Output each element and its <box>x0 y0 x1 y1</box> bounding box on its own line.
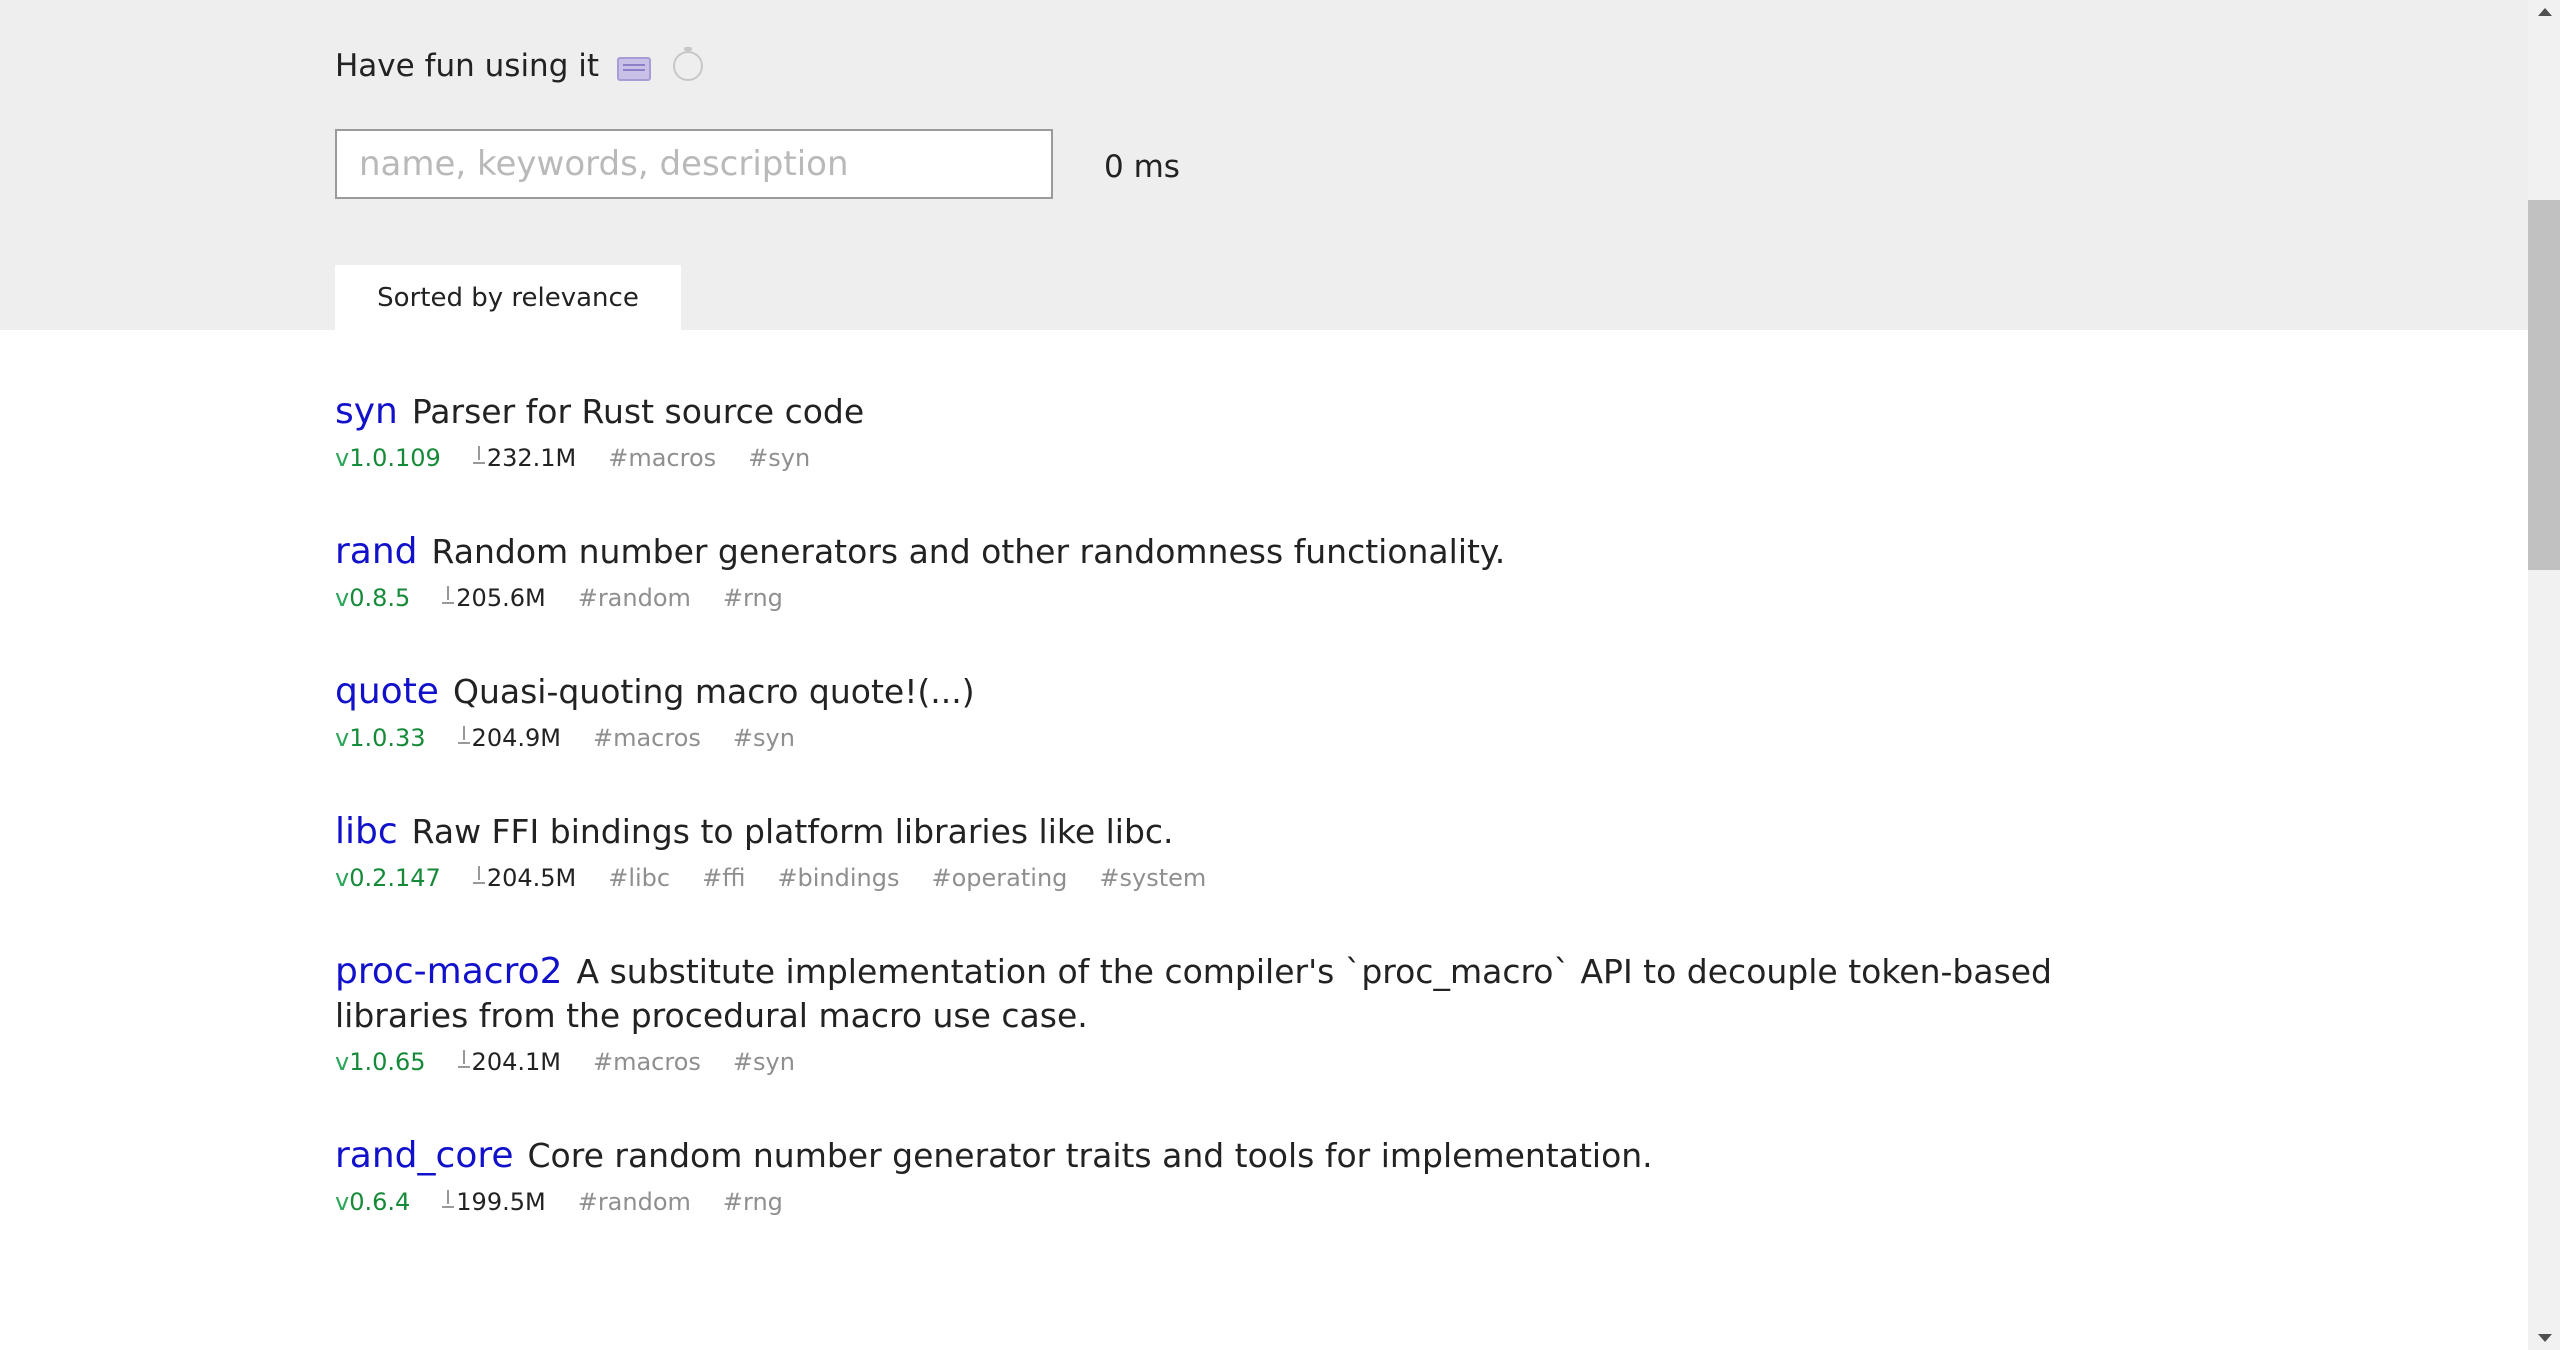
crate-meta: v0.6.4 199.5M #random #rng <box>335 1188 2155 1216</box>
crate-description: Parser for Rust source code <box>411 392 865 431</box>
result-item: proc-macro2 A substitute implementation o… <box>335 950 2155 1076</box>
sort-label: Sorted by relevance <box>377 282 639 313</box>
crate-description: A substitute implementation of the compi… <box>335 952 2053 1035</box>
result-item: rand Random number generators and other r… <box>335 530 2155 612</box>
result-item: libc Raw FFI bindings to platform librari… <box>335 810 2155 892</box>
version-prefix: v <box>335 864 350 892</box>
search-header: Have fun using it 0 ms Sorted by relevan… <box>0 0 2528 330</box>
crate-name-link[interactable]: libc <box>335 811 398 852</box>
crate-downloads: 204.1M <box>457 1048 561 1076</box>
scrollbar[interactable] <box>2528 0 2560 1350</box>
crate-version: v1.0.33 <box>335 724 426 752</box>
results-list: syn Parser for Rust source code v1.0.109 23… <box>335 390 2155 1274</box>
crate-meta: v1.0.109 232.1M #macros #syn <box>335 444 2155 472</box>
keyword-tag[interactable]: #macros <box>593 1048 701 1076</box>
download-count: 204.9M <box>471 724 561 752</box>
tagline: Have fun using it <box>335 47 703 84</box>
crate-meta: v1.0.65 204.1M #macros #syn <box>335 1048 2155 1076</box>
search-timing: 0 ms <box>1104 149 1180 185</box>
result-title-line: rand Random number generators and other r… <box>335 530 2155 574</box>
crate-name-link[interactable]: proc-macro2 <box>335 951 563 992</box>
download-count: 199.5M <box>456 1188 546 1216</box>
keyword-tag[interactable]: #macros <box>608 444 716 472</box>
keyword-tag[interactable]: #macros <box>593 724 701 752</box>
crate-description: Raw FFI bindings to platform libraries l… <box>411 812 1174 851</box>
crate-version: v1.0.109 <box>335 444 441 472</box>
keyword-tag[interactable]: #random <box>578 1188 691 1216</box>
version-prefix: v <box>335 444 350 472</box>
result-item: quote Quasi-quoting macro quote!(...) v1.0… <box>335 670 2155 752</box>
crate-meta: v1.0.33 204.9M #macros #syn <box>335 724 2155 752</box>
download-icon <box>472 446 485 466</box>
keyword-tag[interactable]: #operating <box>932 864 1068 892</box>
page: Have fun using it 0 ms Sorted by relevan… <box>0 0 2560 1350</box>
download-icon <box>457 1050 470 1070</box>
download-icon <box>457 726 470 746</box>
result-title-line: proc-macro2 A substitute implementation o… <box>335 950 2155 1038</box>
crate-description: Quasi-quoting macro quote!(...) <box>452 672 975 711</box>
result-title-line: rand_core Core random number generator tr… <box>335 1134 2155 1178</box>
keyword-tag[interactable]: #syn <box>748 444 810 472</box>
scroll-up-arrow-icon[interactable] <box>2538 8 2552 16</box>
version-prefix: v <box>335 584 350 612</box>
crate-name-link[interactable]: syn <box>335 391 398 432</box>
keyword-tag[interactable]: #syn <box>733 724 795 752</box>
tagline-text: Have fun using it <box>335 48 599 84</box>
keyword-tag[interactable]: #rng <box>723 584 783 612</box>
crate-version: v0.8.5 <box>335 584 410 612</box>
result-title-line: libc Raw FFI bindings to platform librari… <box>335 810 2155 854</box>
keyword-tag[interactable]: #ffi <box>702 864 745 892</box>
download-icon <box>442 586 455 606</box>
crate-meta: v0.8.5 205.6M #random #rng <box>335 584 2155 612</box>
timer-icon <box>673 47 703 81</box>
keyword-tag[interactable]: #bindings <box>777 864 899 892</box>
version-number: 1.0.33 <box>349 724 426 752</box>
crate-name-link[interactable]: rand <box>335 531 418 572</box>
version-prefix: v <box>335 724 350 752</box>
version-number: 1.0.109 <box>349 444 441 472</box>
version-prefix: v <box>335 1188 350 1216</box>
version-number: 0.2.147 <box>349 864 441 892</box>
scroll-thumb[interactable] <box>2528 200 2560 570</box>
crate-version: v0.6.4 <box>335 1188 410 1216</box>
version-number: 1.0.65 <box>349 1048 426 1076</box>
download-count: 204.5M <box>486 864 577 892</box>
keyboard-icon <box>617 57 651 81</box>
scroll-down-arrow-icon[interactable] <box>2538 1334 2552 1342</box>
download-count: 205.6M <box>456 584 546 612</box>
keyword-tag[interactable]: #system <box>1099 864 1206 892</box>
download-count: 204.1M <box>471 1048 561 1076</box>
download-count: 232.1M <box>486 444 577 472</box>
crate-version: v0.2.147 <box>335 864 441 892</box>
version-number: 0.8.5 <box>349 584 411 612</box>
crate-downloads: 204.9M <box>457 724 561 752</box>
crate-description: Random number generators and other rando… <box>431 532 1506 571</box>
crate-downloads: 205.6M <box>442 584 546 612</box>
crate-meta: v0.2.147 204.5M #libc #ffi #bindings #operati… <box>335 864 2155 892</box>
result-title-line: quote Quasi-quoting macro quote!(...) <box>335 670 2155 714</box>
crate-downloads: 232.1M <box>472 444 577 472</box>
sort-tab[interactable]: Sorted by relevance <box>335 265 681 330</box>
keyword-tag[interactable]: #rng <box>723 1188 783 1216</box>
download-icon <box>472 866 485 886</box>
crate-version: v1.0.65 <box>335 1048 426 1076</box>
keyword-tag[interactable]: #random <box>578 584 691 612</box>
keyword-tag[interactable]: #syn <box>733 1048 795 1076</box>
crate-downloads: 204.5M <box>472 864 577 892</box>
crate-name-link[interactable]: quote <box>335 671 439 712</box>
crate-name-link[interactable]: rand_core <box>335 1135 514 1176</box>
crate-description: Core random number generator traits and … <box>527 1136 1653 1175</box>
version-number: 0.6.4 <box>349 1188 411 1216</box>
result-title-line: syn Parser for Rust source code <box>335 390 2155 434</box>
search-input[interactable] <box>335 129 1053 199</box>
download-icon <box>442 1190 455 1210</box>
result-item: rand_core Core random number generator tr… <box>335 1134 2155 1216</box>
version-prefix: v <box>335 1048 350 1076</box>
crate-downloads: 199.5M <box>442 1188 546 1216</box>
keyword-tag[interactable]: #libc <box>608 864 670 892</box>
result-item: syn Parser for Rust source code v1.0.109 23… <box>335 390 2155 472</box>
